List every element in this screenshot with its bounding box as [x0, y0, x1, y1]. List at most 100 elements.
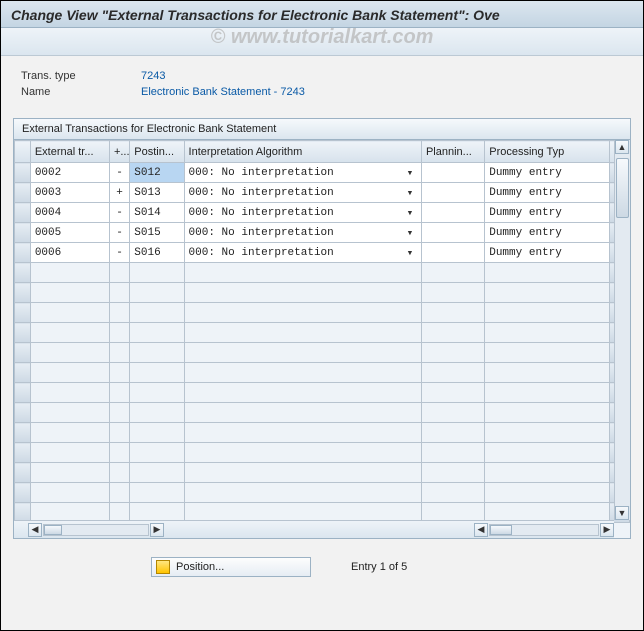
- row-selector[interactable]: [15, 483, 31, 503]
- vscroll-thumb[interactable]: [616, 158, 629, 218]
- vertical-scrollbar[interactable]: ▲ ▼: [614, 140, 630, 520]
- footer-bar: Position... Entry 1 of 5: [151, 557, 643, 577]
- cell-proc[interactable]: Dummy entry: [485, 223, 609, 243]
- cell-int[interactable]: 000: No interpretation▾: [184, 183, 421, 203]
- table-row-empty[interactable]: [15, 463, 630, 483]
- table-row-empty[interactable]: [15, 443, 630, 463]
- cell-pm[interactable]: -: [109, 223, 129, 243]
- title-bar: Change View "External Transactions for E…: [1, 1, 643, 28]
- table-row[interactable]: 0005-S015000: No interpretation▾ Dummy en…: [15, 223, 630, 243]
- row-selector[interactable]: [15, 223, 31, 243]
- row-selector[interactable]: [15, 423, 31, 443]
- cell-ext[interactable]: 0005: [30, 223, 109, 243]
- cell-proc[interactable]: Dummy entry: [485, 163, 609, 183]
- col-int-header[interactable]: Interpretation Algorithm: [184, 141, 421, 163]
- cell-int[interactable]: 000: No interpretation▾: [184, 163, 421, 183]
- cell-post[interactable]: S014: [130, 203, 184, 223]
- chevron-down-icon[interactable]: ▾: [403, 246, 417, 260]
- cell-ext[interactable]: 0003: [30, 183, 109, 203]
- scroll-up-button[interactable]: ▲: [615, 140, 629, 154]
- row-selector[interactable]: [15, 463, 31, 483]
- chevron-down-icon[interactable]: ▾: [403, 166, 417, 180]
- grid-title: External Transactions for Electronic Ban…: [14, 119, 630, 140]
- hscroll-right-button[interactable]: ▶: [150, 523, 164, 537]
- row-selector[interactable]: [15, 343, 31, 363]
- cell-pm[interactable]: -: [109, 243, 129, 263]
- table-row-empty[interactable]: [15, 383, 630, 403]
- chevron-down-icon[interactable]: ▾: [403, 206, 417, 220]
- row-selector[interactable]: [15, 163, 31, 183]
- table-row-empty[interactable]: [15, 323, 630, 343]
- col-plan-header[interactable]: Plannin...: [421, 141, 484, 163]
- row-selector[interactable]: [15, 323, 31, 343]
- row-selector[interactable]: [15, 243, 31, 263]
- hscroll-left-button[interactable]: ◀: [28, 523, 42, 537]
- cell-ext[interactable]: 0002: [30, 163, 109, 183]
- table-row-empty[interactable]: [15, 403, 630, 423]
- table-row[interactable]: 0002-S012000: No interpretation▾ Dummy en…: [15, 163, 630, 183]
- position-label: Position...: [176, 561, 224, 573]
- col-select-header[interactable]: [15, 141, 31, 163]
- table-row-empty[interactable]: [15, 263, 630, 283]
- name-label: Name: [21, 86, 141, 98]
- cell-plan[interactable]: [421, 223, 484, 243]
- row-selector[interactable]: [15, 283, 31, 303]
- row-selector[interactable]: [15, 443, 31, 463]
- page-title: Change View "External Transactions for E…: [11, 7, 500, 23]
- hscroll2-left-button[interactable]: ◀: [474, 523, 488, 537]
- cell-pm[interactable]: +: [109, 183, 129, 203]
- table-row-empty[interactable]: [15, 343, 630, 363]
- hscroll-thumb-right[interactable]: [490, 525, 512, 535]
- hscroll2-right-button[interactable]: ▶: [600, 523, 614, 537]
- cell-proc[interactable]: Dummy entry: [485, 203, 609, 223]
- hscroll-thumb-left[interactable]: [44, 525, 62, 535]
- table-row-empty[interactable]: [15, 303, 630, 323]
- cell-post[interactable]: S016: [130, 243, 184, 263]
- col-proc-header[interactable]: Processing Typ: [485, 141, 609, 163]
- cell-post[interactable]: S013: [130, 183, 184, 203]
- cell-proc[interactable]: Dummy entry: [485, 183, 609, 203]
- table-row[interactable]: 0004-S014000: No interpretation▾ Dummy en…: [15, 203, 630, 223]
- row-selector[interactable]: [15, 183, 31, 203]
- cell-pm[interactable]: -: [109, 203, 129, 223]
- row-selector[interactable]: [15, 203, 31, 223]
- grid-scroll-area: External tr... +... Postin... Interpreta…: [14, 140, 630, 538]
- position-button[interactable]: Position...: [151, 557, 311, 577]
- cell-pm[interactable]: -: [109, 163, 129, 183]
- row-selector[interactable]: [15, 363, 31, 383]
- table-row[interactable]: 0003+S013000: No interpretation▾ Dummy en…: [15, 183, 630, 203]
- cell-proc[interactable]: Dummy entry: [485, 243, 609, 263]
- cell-plan[interactable]: [421, 183, 484, 203]
- row-selector[interactable]: [15, 383, 31, 403]
- cell-post[interactable]: S012: [130, 163, 184, 183]
- col-post-header[interactable]: Postin...: [130, 141, 184, 163]
- row-selector[interactable]: [15, 303, 31, 323]
- trans-type-label: Trans. type: [21, 70, 141, 82]
- scroll-down-button[interactable]: ▼: [615, 506, 629, 520]
- cell-int[interactable]: 000: No interpretation▾: [184, 203, 421, 223]
- toolbar-strip: [1, 28, 643, 56]
- cell-int[interactable]: 000: No interpretation▾: [184, 223, 421, 243]
- cell-plan[interactable]: [421, 203, 484, 223]
- row-selector[interactable]: [15, 403, 31, 423]
- col-ext-header[interactable]: External tr...: [30, 141, 109, 163]
- data-grid[interactable]: External tr... +... Postin... Interpreta…: [14, 140, 630, 523]
- cell-plan[interactable]: [421, 243, 484, 263]
- row-selector[interactable]: [15, 263, 31, 283]
- cell-int[interactable]: 000: No interpretation▾: [184, 243, 421, 263]
- position-icon: [156, 560, 170, 574]
- cell-post[interactable]: S015: [130, 223, 184, 243]
- table-row-empty[interactable]: [15, 283, 630, 303]
- table-row-empty[interactable]: [15, 363, 630, 383]
- table-row[interactable]: 0006-S016000: No interpretation▾ Dummy en…: [15, 243, 630, 263]
- cell-ext[interactable]: 0006: [30, 243, 109, 263]
- info-block: Trans. type 7243 Name Electronic Bank St…: [1, 56, 643, 112]
- chevron-down-icon[interactable]: ▾: [403, 186, 417, 200]
- trans-type-value: 7243: [141, 70, 165, 82]
- table-row-empty[interactable]: [15, 423, 630, 443]
- col-pm-header[interactable]: +...: [109, 141, 129, 163]
- cell-ext[interactable]: 0004: [30, 203, 109, 223]
- table-row-empty[interactable]: [15, 483, 630, 503]
- chevron-down-icon[interactable]: ▾: [403, 226, 417, 240]
- cell-plan[interactable]: [421, 163, 484, 183]
